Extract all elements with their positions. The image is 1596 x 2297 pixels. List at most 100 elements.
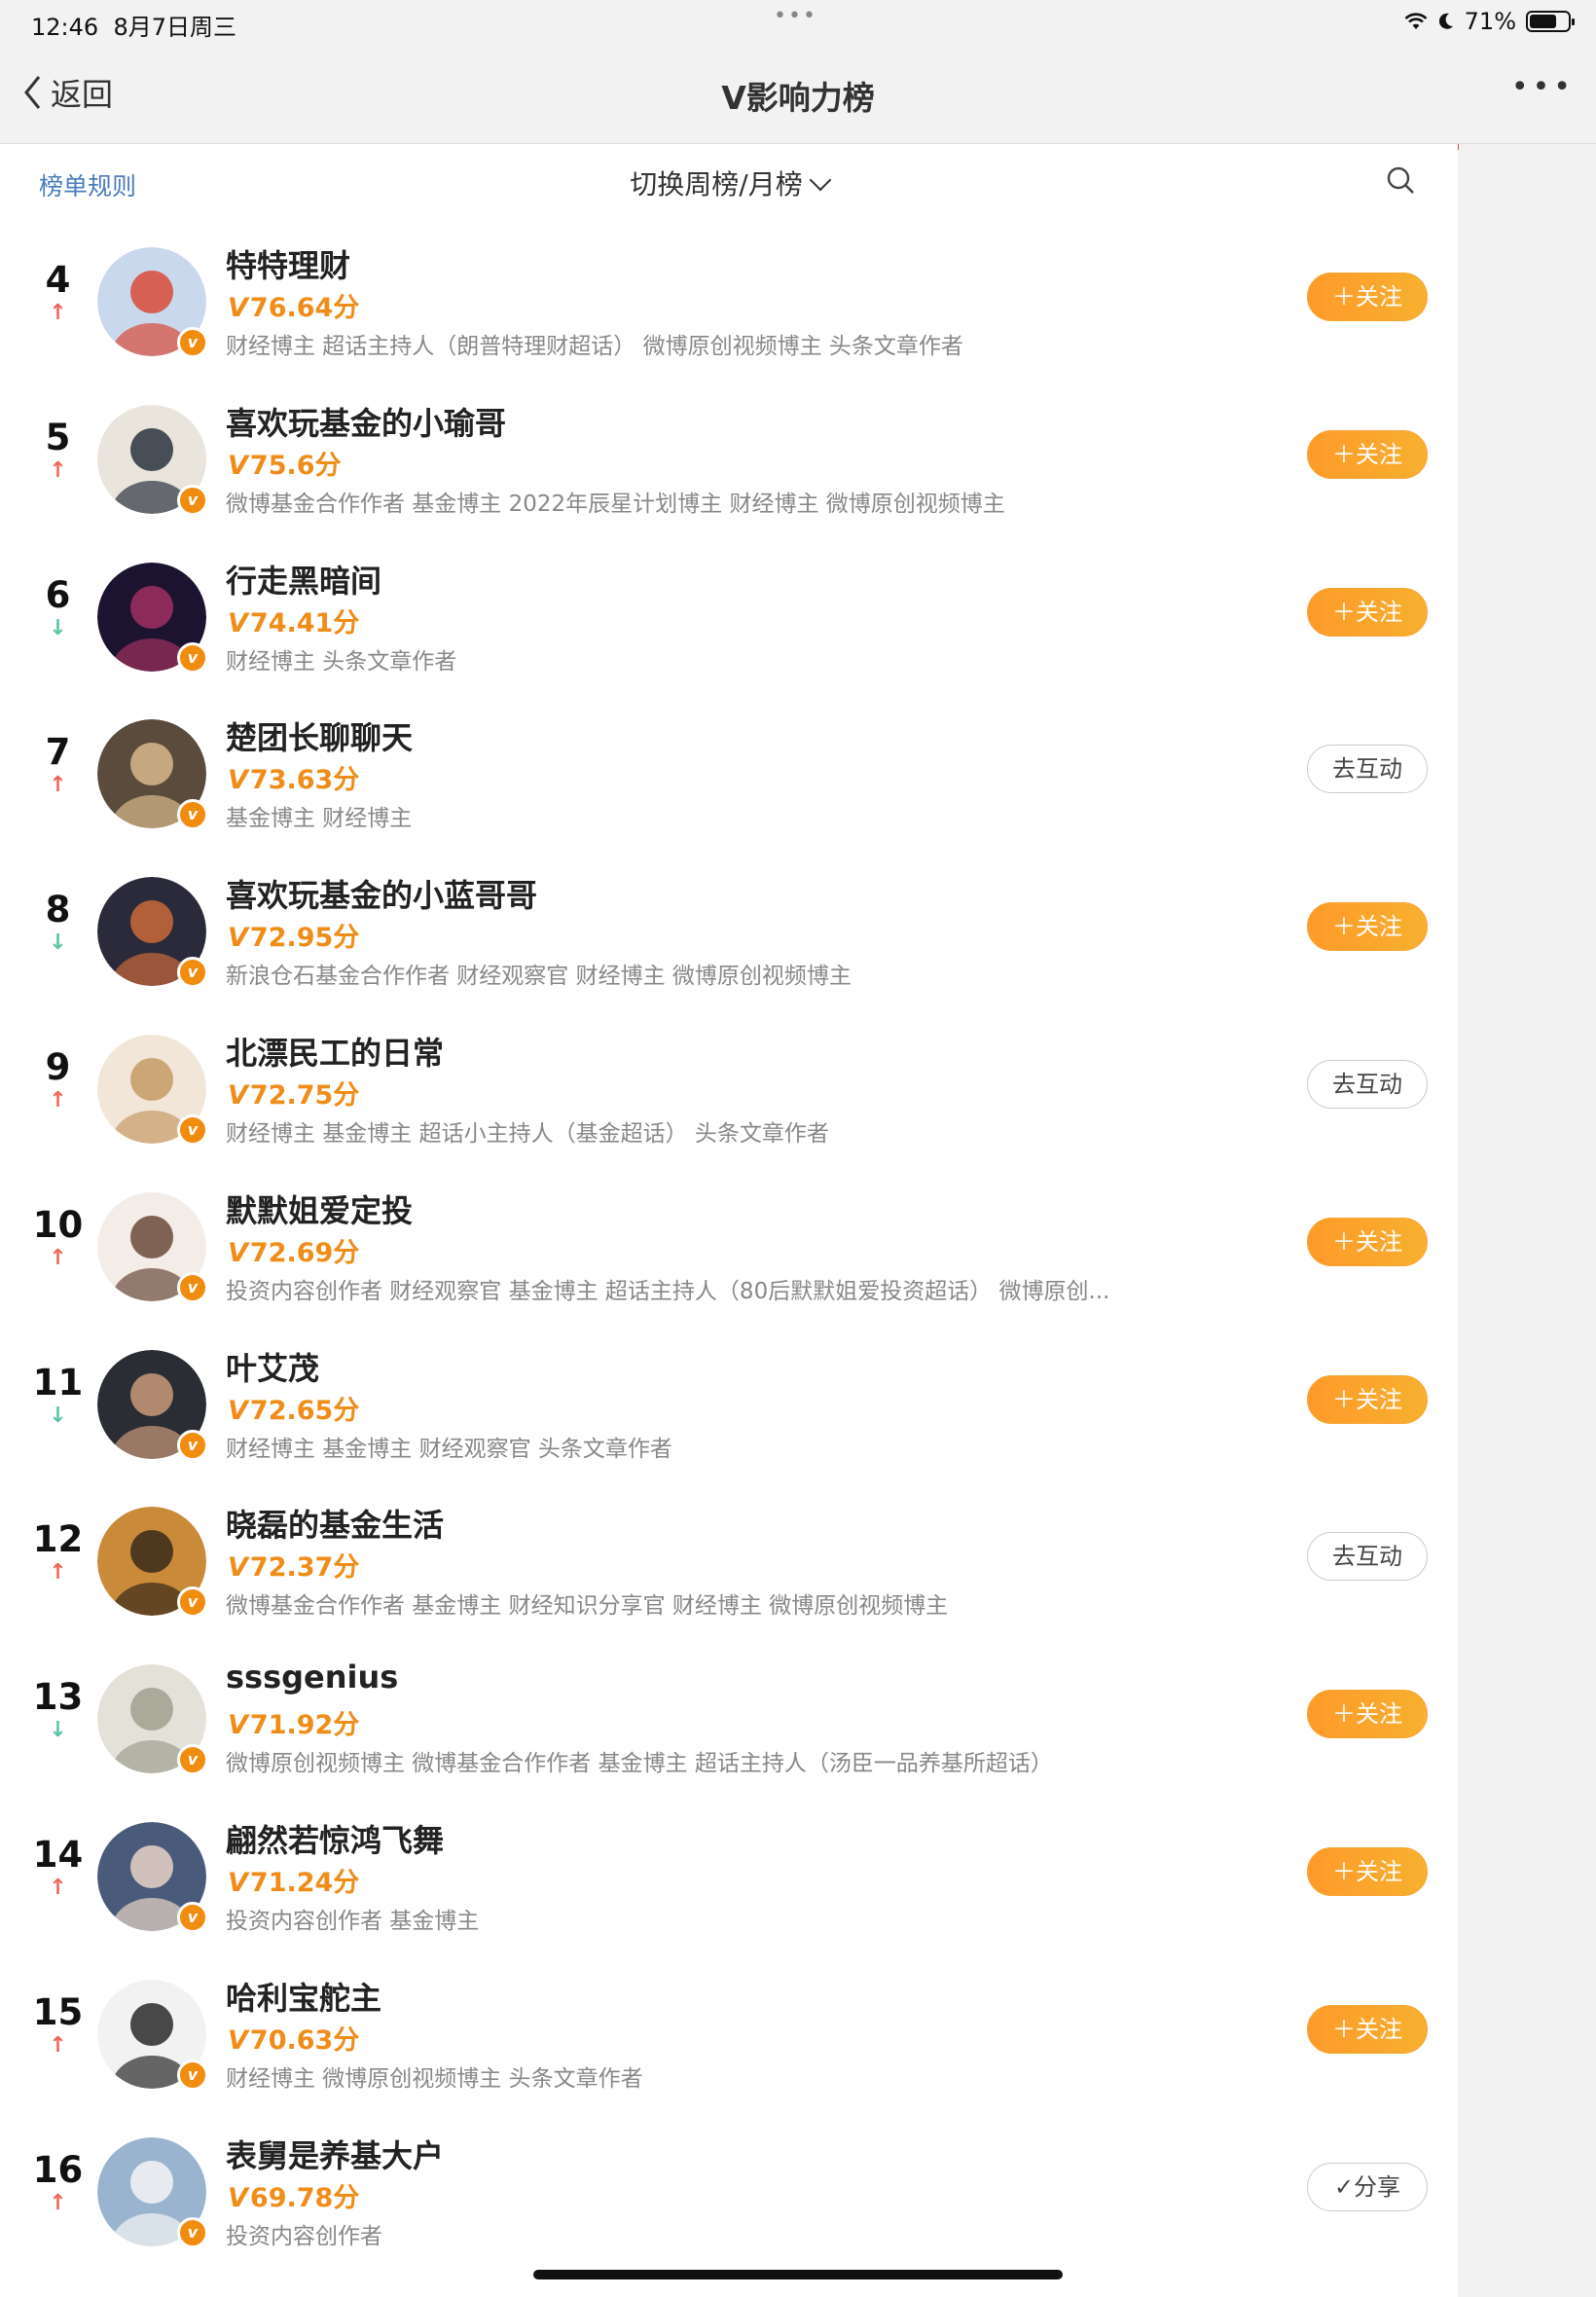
user-name[interactable]: 叶艾茂 (226, 1344, 319, 1389)
search-icon[interactable] (1386, 165, 1415, 195)
influence-score: V70.63分 (228, 2019, 359, 2057)
ranking-row[interactable]: 10 ↑ v 默默姐爱定投 V72.69分 投资内容创作者 财经观察官 基金博主 超话主持… (0, 1163, 1458, 1321)
score-value: 76.64分 (249, 293, 360, 323)
user-name[interactable]: 表舅是养基大户 (226, 2132, 444, 2176)
ranking-row[interactable]: 8 ↓ v 喜欢玩基金的小蓝哥哥 V72.95分 新浪仓石基金合作作者 财经观察官 财经博… (0, 848, 1458, 1005)
v-score-icon: V (228, 1552, 248, 1584)
score-value: 71.24分 (249, 1867, 360, 1898)
rank-number: 6 (45, 573, 71, 616)
influence-score: V72.65分 (228, 1389, 359, 1427)
ranking-row[interactable]: 6 ↓ v 行走黑暗间 V74.41分 财经博主 头条文章作者 ＋关注 (0, 533, 1458, 691)
interact-button[interactable]: 去互动 (1307, 1059, 1428, 1109)
v-score-icon: V (228, 1079, 248, 1111)
user-name[interactable]: 喜欢玩基金的小蓝哥哥 (226, 871, 537, 916)
ranking-row[interactable]: 11 ↓ v 叶艾茂 V72.65分 财经博主 基金博主 财经观察官 头条文章作者 ＋关注 (0, 1321, 1458, 1478)
ranking-row[interactable]: 15 ↑ v 哈利宝舵主 V70.63分 财经博主 微博原创视频博主 头条文章作者 ＋关注 (0, 1951, 1458, 2108)
period-switch-label: 切换周榜/月榜 (630, 168, 803, 201)
ranking-row[interactable]: 16 ↑ v 表舅是养基大户 V69.78分 投资内容创作者 ✓分享 (0, 2108, 1458, 2266)
arrow-up-icon: ↑ (49, 773, 67, 798)
home-indicator[interactable] (533, 2270, 1063, 2279)
ranking-list: 4 ↑ v 特特理财 V76.64分 财经博主 超话主持人（朗普特理财超话） 微博原创视频… (0, 218, 1458, 2265)
v-score-icon: V (228, 923, 248, 954)
arrow-up-icon: ↑ (49, 2032, 67, 2058)
follow-button[interactable]: ＋关注 (1307, 2004, 1428, 2054)
user-name[interactable]: 楚团长聊聊天 (226, 713, 413, 758)
score-value: 72.69分 (249, 1237, 360, 1268)
ranking-panel: 榜单规则 切换周榜/月榜 4 ↑ v 特特理财 V76.64分 财经博主 超话主持人（朗普… (0, 144, 1458, 2297)
ranking-row[interactable]: 9 ↑ v 北漂民工的日常 V72.75分 财经博主 基金博主 超话小主持人（基金超话） … (0, 1005, 1458, 1163)
status-bar: 12:46 8月7日周三 ••• 71% (0, 0, 1596, 47)
score-value: 71.92分 (249, 1710, 360, 1741)
multitask-dots-icon[interactable]: ••• (774, 4, 817, 28)
v-score-icon: V (228, 1237, 248, 1268)
avatar[interactable]: v (97, 1034, 208, 1146)
user-name[interactable]: sssgenius (226, 1659, 398, 1695)
influence-score: V72.37分 (228, 1546, 359, 1584)
user-name[interactable]: 喜欢玩基金的小瑜哥 (226, 399, 506, 444)
rank-number: 15 (32, 1990, 84, 2033)
avatar[interactable]: v (97, 1664, 208, 1776)
user-name[interactable]: 特特理财 (226, 241, 350, 286)
follow-button[interactable]: ＋关注 (1307, 1846, 1428, 1896)
interact-button[interactable]: 去互动 (1307, 1532, 1428, 1582)
score-value: 70.63分 (249, 2024, 360, 2056)
influence-score: V72.69分 (228, 1231, 359, 1269)
follow-button[interactable]: ＋关注 (1307, 902, 1428, 952)
status-time: 12:46 8月7日周三 (31, 8, 236, 42)
avatar[interactable]: v (97, 1507, 208, 1619)
ranking-row[interactable]: 7 ↑ v 楚团长聊聊天 V73.63分 基金博主 财经博主 去互动 (0, 690, 1458, 848)
avatar[interactable]: v (97, 2136, 208, 2248)
rank-number: 16 (32, 2148, 84, 2191)
user-name[interactable]: 行走黑暗间 (226, 557, 381, 602)
avatar[interactable]: v (97, 1191, 208, 1303)
follow-button[interactable]: ＋关注 (1307, 587, 1428, 637)
verified-badge-icon: v (177, 327, 208, 358)
follow-button[interactable]: ＋关注 (1307, 429, 1428, 479)
follow-button[interactable]: ＋关注 (1307, 273, 1428, 321)
follow-button[interactable]: ＋关注 (1307, 1690, 1428, 1739)
user-name[interactable]: 翩然若惊鸿飞舞 (226, 1816, 444, 1861)
user-name[interactable]: 北漂民工的日常 (226, 1029, 444, 1074)
user-tags: 微博基金合作作者 基金博主 财经知识分享官 财经博主 微博原创视频博主 (226, 1593, 949, 1620)
follow-button[interactable]: ＋关注 (1307, 1217, 1428, 1266)
avatar[interactable]: v (97, 1979, 208, 2091)
arrow-up-icon: ↑ (49, 2190, 67, 2215)
period-switch-dropdown[interactable]: 切换周榜/月榜 (0, 164, 1458, 202)
avatar[interactable]: v (97, 247, 208, 358)
follow-button[interactable]: ＋关注 (1307, 1374, 1428, 1424)
user-tags: 财经博主 基金博主 财经观察官 头条文章作者 (226, 1436, 672, 1462)
avatar[interactable]: v (97, 1821, 208, 1933)
score-value: 72.65分 (249, 1395, 360, 1426)
ranking-row[interactable]: 13 ↓ v sssgenius V71.92分 微博原创视频博主 微博基金合作作者 基金… (0, 1635, 1458, 1793)
influence-score: V69.78分 (228, 2176, 359, 2214)
status-clock: 12:46 (31, 14, 99, 41)
avatar[interactable]: v (97, 877, 208, 989)
v-score-icon: V (228, 293, 248, 323)
avatar[interactable]: v (97, 1349, 208, 1461)
ranking-row[interactable]: 12 ↑ v 晓磊的基金生活 V72.37分微博基金合作作者 基金博主 财经知识分享官 … (0, 1477, 1458, 1635)
user-tags: 财经博主 头条文章作者 (226, 648, 457, 675)
avatar[interactable]: v (97, 719, 208, 831)
ranking-row[interactable]: 5 ↑ v 喜欢玩基金的小瑜哥 V75.6分 微博基金合作作者 基金博主 2022年辰星计… (0, 376, 1458, 533)
avatar[interactable]: v (97, 404, 208, 516)
rank-number: 7 (45, 731, 71, 774)
user-name[interactable]: 晓磊的基金生活 (226, 1501, 444, 1546)
ranking-row[interactable]: 4 ↑ v 特特理财 V76.64分 财经博主 超话主持人（朗普特理财超话） 微博原创视频… (0, 218, 1458, 376)
share-button[interactable]: ✓分享 (1307, 2162, 1428, 2211)
v-score-icon: V (228, 607, 248, 638)
more-options-button[interactable]: ••• (1511, 70, 1575, 104)
influence-score: V71.24分 (228, 1861, 359, 1899)
user-name[interactable]: 默默姐爱定投 (226, 1186, 413, 1231)
ranking-row[interactable]: 14 ↑ v 翩然若惊鸿飞舞 V71.24分 投资内容创作者 基金博主 ＋关注 (0, 1793, 1458, 1951)
wifi-icon (1404, 13, 1428, 29)
user-name[interactable]: 哈利宝舵主 (226, 1974, 381, 2019)
avatar[interactable]: v (97, 562, 208, 674)
rank-number: 9 (45, 1045, 71, 1088)
interact-button[interactable]: 去互动 (1307, 745, 1428, 794)
arrow-up-icon: ↑ (49, 1560, 67, 1586)
score-value: 73.63分 (249, 765, 360, 796)
verified-badge-icon: v (177, 484, 208, 516)
verified-badge-icon: v (177, 1744, 208, 1776)
arrow-up-icon: ↑ (49, 1087, 67, 1112)
rank-number: 12 (32, 1518, 84, 1561)
